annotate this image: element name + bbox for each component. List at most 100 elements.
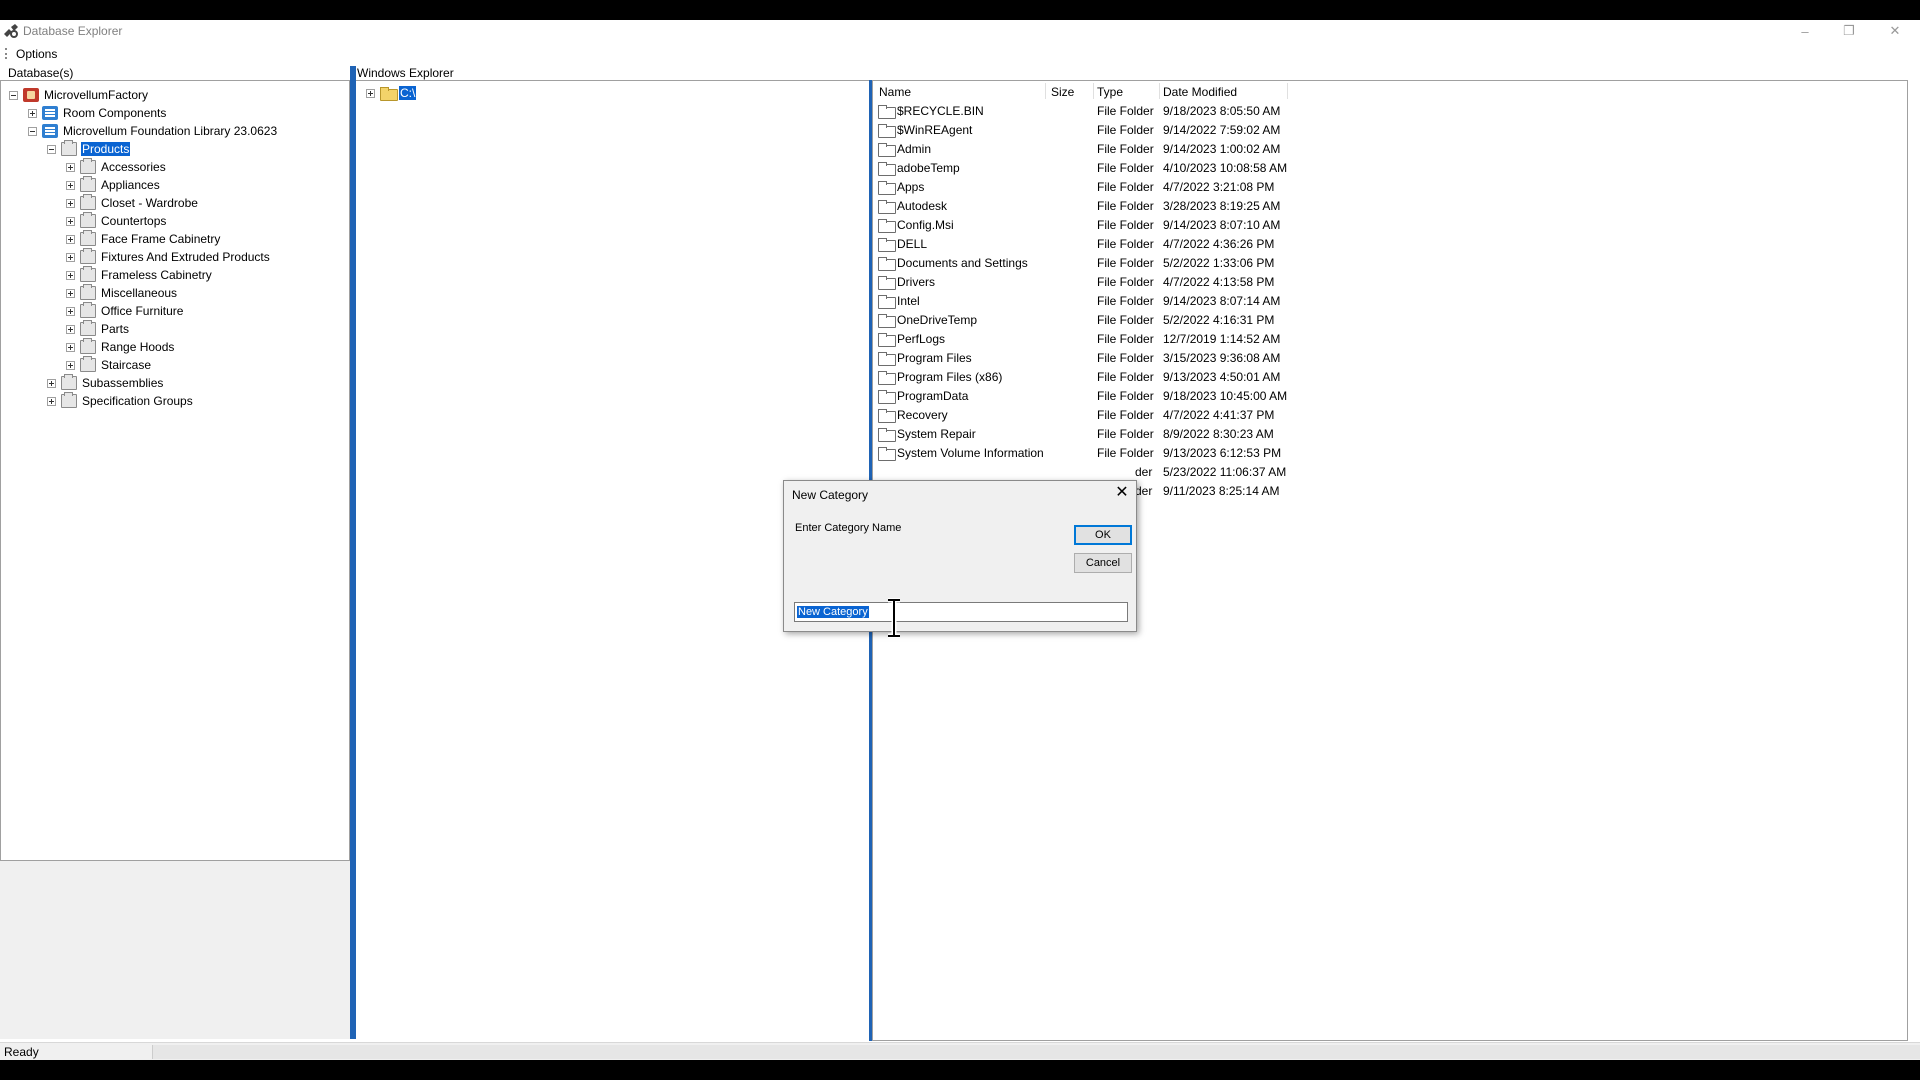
- tree-node-label[interactable]: Appliances: [100, 178, 161, 192]
- file-row[interactable]: Program Files File Folder 3/15/2023 9:36:0…: [873, 349, 1293, 368]
- collapse-icon[interactable]: [28, 126, 37, 136]
- tree-node-label[interactable]: Face Frame Cabinetry: [100, 232, 221, 246]
- file-row[interactable]: System Volume Information File Folder 9/13…: [873, 444, 1293, 463]
- file-name-cell[interactable]: Drivers: [878, 275, 935, 290]
- file-row[interactable]: ProgramData File Folder 9/18/2023 10:45:00…: [873, 387, 1293, 406]
- tree-node-label[interactable]: Products: [81, 142, 131, 156]
- tree-node-label[interactable]: Office Furniture: [100, 304, 184, 318]
- file-name-cell[interactable]: ProgramData: [878, 389, 968, 404]
- tree-node-label[interactable]: MicrovellumFactory: [43, 88, 149, 102]
- close-button[interactable]: ✕: [1872, 20, 1918, 42]
- tree-node[interactable]: Accessories: [66, 158, 167, 175]
- expand-icon[interactable]: [28, 108, 37, 118]
- expand-icon[interactable]: [47, 378, 56, 388]
- tree-node[interactable]: Face Frame Cabinetry: [66, 230, 221, 247]
- file-name-cell[interactable]: DELL: [878, 237, 927, 252]
- category-name-input[interactable]: New Category: [794, 602, 1128, 622]
- file-name-cell[interactable]: System Volume Information: [878, 446, 1044, 461]
- expand-icon[interactable]: [66, 342, 75, 352]
- tree-node[interactable]: Specification Groups: [47, 392, 194, 409]
- collapse-icon[interactable]: [47, 144, 56, 154]
- file-row[interactable]: $RECYCLE.BIN File Folder 9/18/2023 8:05:50…: [873, 102, 1293, 121]
- file-row[interactable]: Program Files (x86) File Folder 9/13/2023 …: [873, 368, 1293, 387]
- file-name-cell[interactable]: Program Files: [878, 351, 972, 366]
- expand-icon[interactable]: [66, 234, 75, 244]
- column-separator[interactable]: [1045, 83, 1046, 99]
- column-separator[interactable]: [1093, 83, 1094, 99]
- column-header-type[interactable]: Type: [1097, 85, 1123, 99]
- file-row[interactable]: $WinREAgent File Folder 9/14/2022 7:59:02 …: [873, 121, 1293, 140]
- tree-node[interactable]: Parts: [66, 320, 130, 337]
- drive-label[interactable]: C:\: [399, 86, 417, 100]
- expand-icon[interactable]: [66, 360, 75, 370]
- tree-node-label[interactable]: Microvellum Foundation Library 23.0623: [62, 124, 278, 138]
- column-separator[interactable]: [1159, 83, 1160, 99]
- tree-node-label[interactable]: Fixtures And Extruded Products: [100, 250, 271, 264]
- file-name-cell[interactable]: Recovery: [878, 408, 948, 423]
- file-name-cell[interactable]: Documents and Settings: [878, 256, 1028, 271]
- cancel-button[interactable]: Cancel: [1074, 553, 1132, 573]
- tree-node-label[interactable]: Miscellaneous: [100, 286, 178, 300]
- file-row[interactable]: adobeTemp File Folder 4/10/2023 10:08:58 A…: [873, 159, 1293, 178]
- file-name-cell[interactable]: Admin: [878, 142, 931, 157]
- tree-node-label[interactable]: Countertops: [100, 214, 167, 228]
- tree-node[interactable]: Miscellaneous: [66, 284, 178, 301]
- column-separator[interactable]: [1287, 83, 1288, 99]
- file-name-cell[interactable]: $WinREAgent: [878, 123, 972, 138]
- expand-icon[interactable]: [66, 162, 75, 172]
- file-name-cell[interactable]: Intel: [878, 294, 920, 309]
- file-row[interactable]: System Repair File Folder 8/9/2022 8:30:23…: [873, 425, 1293, 444]
- column-header-size[interactable]: Size: [1051, 85, 1074, 99]
- tree-node[interactable]: Microvellum Foundation Library 23.0623: [28, 123, 278, 139]
- file-row[interactable]: OneDriveTemp File Folder 5/2/2022 4:16:31 …: [873, 311, 1293, 330]
- tree-node-label[interactable]: Staircase: [100, 358, 152, 372]
- tree-node-label[interactable]: Closet - Wardrobe: [100, 196, 199, 210]
- tree-node-label[interactable]: Accessories: [100, 160, 167, 174]
- expand-icon[interactable]: [66, 216, 75, 226]
- file-row[interactable]: Apps File Folder 4/7/2022 3:21:08 PM: [873, 178, 1293, 197]
- database-tree[interactable]: MicrovellumFactory Room Components Microve…: [0, 80, 350, 861]
- tree-node[interactable]: Office Furniture: [66, 302, 184, 319]
- tree-node[interactable]: Appliances: [66, 176, 161, 193]
- file-row[interactable]: Admin File Folder 9/14/2023 1:00:02 AM: [873, 140, 1293, 159]
- expand-icon[interactable]: [66, 306, 75, 316]
- file-row[interactable]: DELL File Folder 4/7/2022 4:36:26 PM: [873, 235, 1293, 254]
- file-row[interactable]: Drivers File Folder 4/7/2022 4:13:58 PM: [873, 273, 1293, 292]
- file-row[interactable]: Autodesk File Folder 3/28/2023 8:19:25 AM: [873, 197, 1293, 216]
- expand-toggle[interactable]: [366, 88, 375, 98]
- file-name-cell[interactable]: Autodesk: [878, 199, 947, 214]
- tree-node-label[interactable]: Parts: [100, 322, 130, 336]
- file-name-cell[interactable]: System Repair: [878, 427, 976, 442]
- collapse-icon[interactable]: [9, 90, 18, 100]
- tree-node-label[interactable]: Frameless Cabinetry: [100, 268, 213, 282]
- expand-icon[interactable]: [66, 288, 75, 298]
- tree-node[interactable]: Fixtures And Extruded Products: [66, 248, 271, 265]
- file-name-cell[interactable]: Apps: [878, 180, 924, 195]
- file-row[interactable]: Documents and Settings File Folder 5/2/202…: [873, 254, 1293, 273]
- expand-icon[interactable]: [66, 270, 75, 280]
- minimize-button[interactable]: –: [1782, 20, 1828, 42]
- tree-node[interactable]: Staircase: [66, 356, 152, 373]
- tree-node-label[interactable]: Subassemblies: [81, 376, 164, 390]
- menu-options[interactable]: Options: [16, 47, 57, 61]
- tree-node-label[interactable]: Range Hoods: [100, 340, 175, 354]
- file-name-cell[interactable]: OneDriveTemp: [878, 313, 977, 328]
- tree-node[interactable]: Products: [47, 140, 131, 157]
- ok-button[interactable]: OK: [1074, 525, 1132, 545]
- tree-node[interactable]: Room Components: [28, 105, 167, 121]
- tree-node-label[interactable]: Room Components: [62, 106, 167, 120]
- file-name-cell[interactable]: Program Files (x86): [878, 370, 1002, 385]
- tree-node[interactable]: Subassemblies: [47, 374, 164, 391]
- file-row[interactable]: Recovery File Folder 4/7/2022 4:41:37 PM: [873, 406, 1293, 425]
- expand-icon[interactable]: [66, 198, 75, 208]
- file-row[interactable]: Config.Msi File Folder 9/14/2023 8:07:10 A…: [873, 216, 1293, 235]
- dialog-close-icon[interactable]: ✕: [1112, 484, 1132, 504]
- tree-node[interactable]: MicrovellumFactory: [9, 87, 149, 103]
- expand-icon[interactable]: [66, 324, 75, 334]
- expand-icon[interactable]: [47, 396, 56, 406]
- column-header-name[interactable]: Name: [879, 85, 911, 99]
- tree-node[interactable]: Closet - Wardrobe: [66, 194, 199, 211]
- tree-node[interactable]: Range Hoods: [66, 338, 175, 355]
- maximize-button[interactable]: ❐: [1826, 20, 1872, 42]
- tree-node-drive-c[interactable]: C:\: [366, 85, 417, 101]
